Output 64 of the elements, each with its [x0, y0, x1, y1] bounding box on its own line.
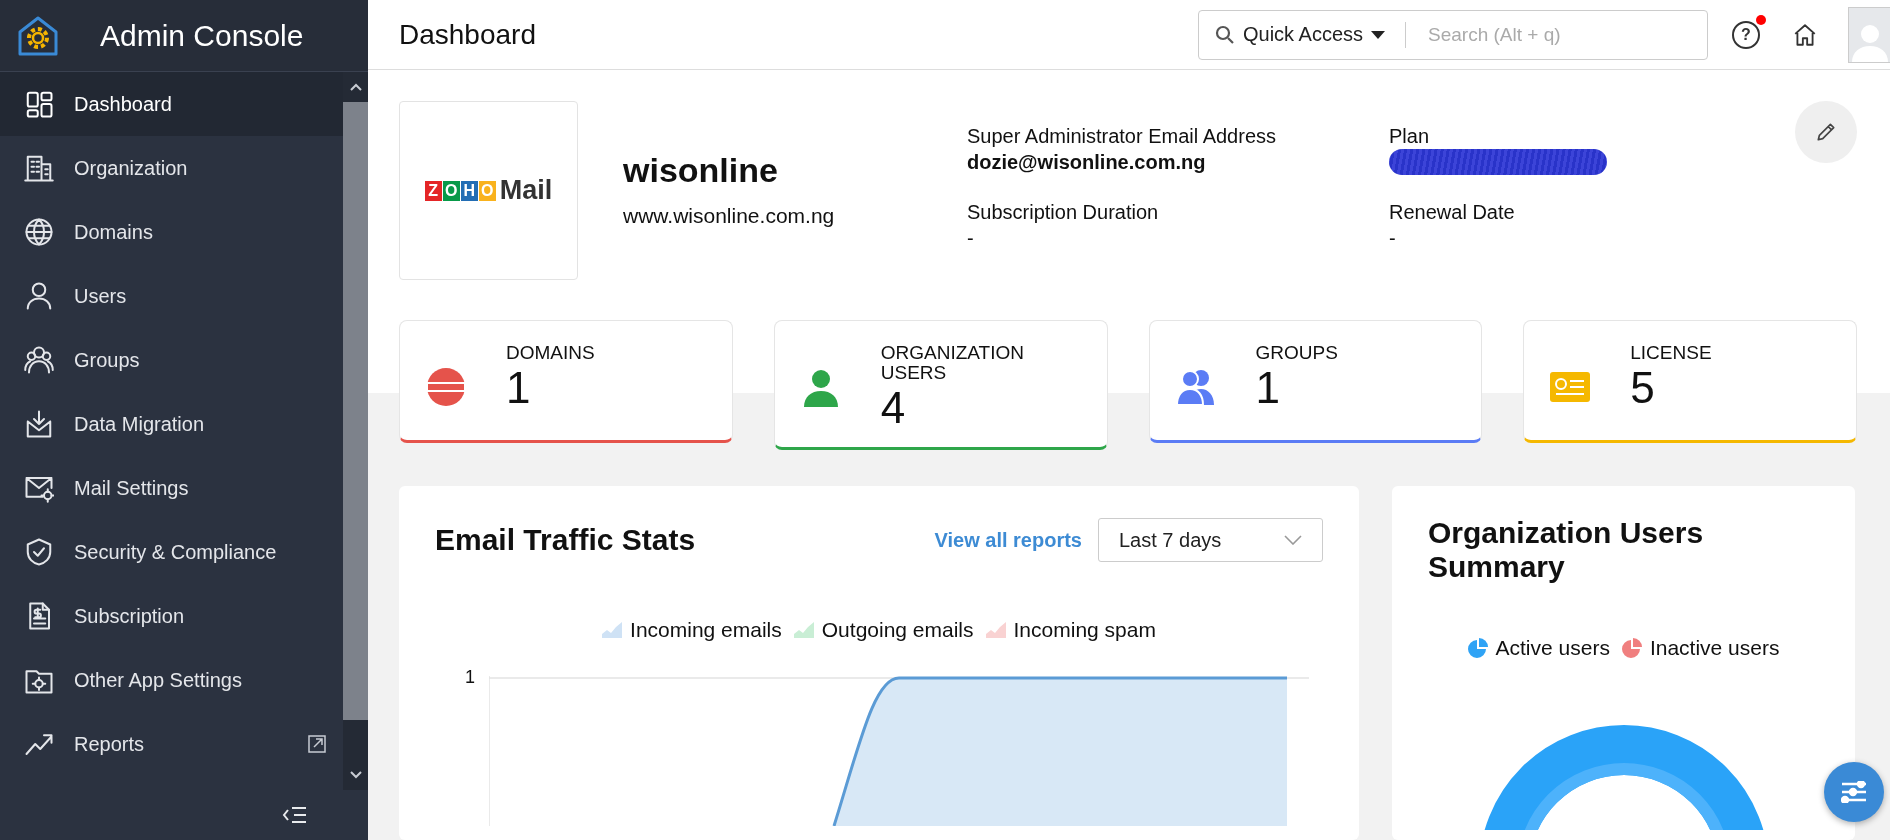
- person-icon: [24, 281, 54, 311]
- chevron-down-icon: [1284, 535, 1302, 545]
- organization-website: www.wisonline.com.ng: [623, 204, 836, 228]
- sidebar-item[interactable]: Mail Settings: [0, 456, 343, 520]
- collapse-menu-icon[interactable]: [282, 805, 308, 825]
- mail-logo: Z O H O Mail: [424, 175, 553, 206]
- sidebar-item[interactable]: Reports: [0, 712, 343, 776]
- sliders-icon: [1841, 781, 1867, 803]
- app-title: Admin Console: [100, 18, 304, 53]
- legend-label: Incoming spam: [1013, 618, 1156, 642]
- stat-label: DOMAINS: [506, 343, 596, 363]
- stat-value: 1: [1255, 363, 1281, 413]
- field-label: Plan: [1389, 124, 1431, 149]
- sidebar-item[interactable]: Security & Compliance: [0, 520, 343, 584]
- shield-check-icon: [24, 537, 54, 567]
- stat-card[interactable]: DOMAINS 1: [399, 320, 733, 443]
- sidebar-item[interactable]: Groups: [0, 328, 343, 392]
- scroll-down-icon[interactable]: [348, 770, 363, 780]
- stat-value: 5: [1630, 363, 1656, 413]
- dashboard-grid-icon: [24, 89, 54, 119]
- search-icon: [1215, 24, 1235, 45]
- field-value: dozie@wisonline.com.ng: [967, 150, 1207, 175]
- card-title: Email Traffic Stats: [435, 523, 697, 557]
- stat-value: 1: [506, 363, 532, 413]
- home-icon[interactable]: [1792, 21, 1818, 48]
- sidebar-item[interactable]: Subscription: [0, 584, 343, 648]
- stat-label: ORGANIZATION USERS: [880, 343, 1025, 383]
- legend-label: Outgoing emails: [821, 618, 974, 642]
- stat-card[interactable]: GROUPS 1: [1148, 320, 1483, 443]
- sidebar-item[interactable]: Domains: [0, 200, 343, 264]
- sidebar-item[interactable]: Other App Settings: [0, 648, 343, 712]
- field-value: -: [1389, 226, 1397, 251]
- field-label: Subscription Duration: [967, 200, 1160, 225]
- page-title: Dashboard: [399, 18, 537, 51]
- inbox-download-icon: [24, 409, 54, 439]
- quick-access-dropdown[interactable]: Quick Access: [1243, 23, 1386, 46]
- stat-label: LICENSE: [1630, 343, 1713, 363]
- scroll-up-icon[interactable]: [348, 82, 363, 92]
- globe-icon: [24, 217, 54, 247]
- sidebar-item[interactable]: Dashboard: [0, 72, 343, 136]
- axis-tick-label: 1: [465, 668, 475, 686]
- stat-label: GROUPS: [1255, 343, 1339, 363]
- field-value: -: [967, 226, 975, 251]
- stat-card[interactable]: ORGANIZATION USERS 4: [773, 320, 1108, 450]
- legend-label: Active users: [1495, 636, 1610, 660]
- field-label: Super Administrator Email Address: [967, 124, 1278, 149]
- date-range-dropdown[interactable]: Last 7 days: [1098, 518, 1323, 562]
- stat-card[interactable]: LICENSE 5: [1523, 320, 1857, 443]
- sidebar-item[interactable]: Organization: [0, 136, 343, 200]
- building-icon: [24, 153, 54, 183]
- legend-label: Incoming emails: [630, 618, 782, 642]
- sidebar-item[interactable]: Data Migration: [0, 392, 343, 456]
- pencil-icon: [1815, 121, 1837, 143]
- field-label: Renewal Date: [1389, 200, 1516, 225]
- people-icon: [24, 345, 54, 375]
- card-title: Organization Users Summary: [1428, 516, 1705, 584]
- search-field[interactable]: Quick Access Search (Alt + q): [1198, 9, 1708, 60]
- view-reports-link[interactable]: View all reports: [934, 528, 1082, 552]
- caret-icon: [1371, 29, 1386, 40]
- sidebar-item[interactable]: Users: [0, 264, 343, 328]
- legend-label: Inactive users: [1649, 636, 1780, 660]
- external-link-icon[interactable]: [307, 734, 327, 754]
- stat-value: 4: [880, 383, 907, 433]
- organization-name: wisonline: [623, 151, 779, 190]
